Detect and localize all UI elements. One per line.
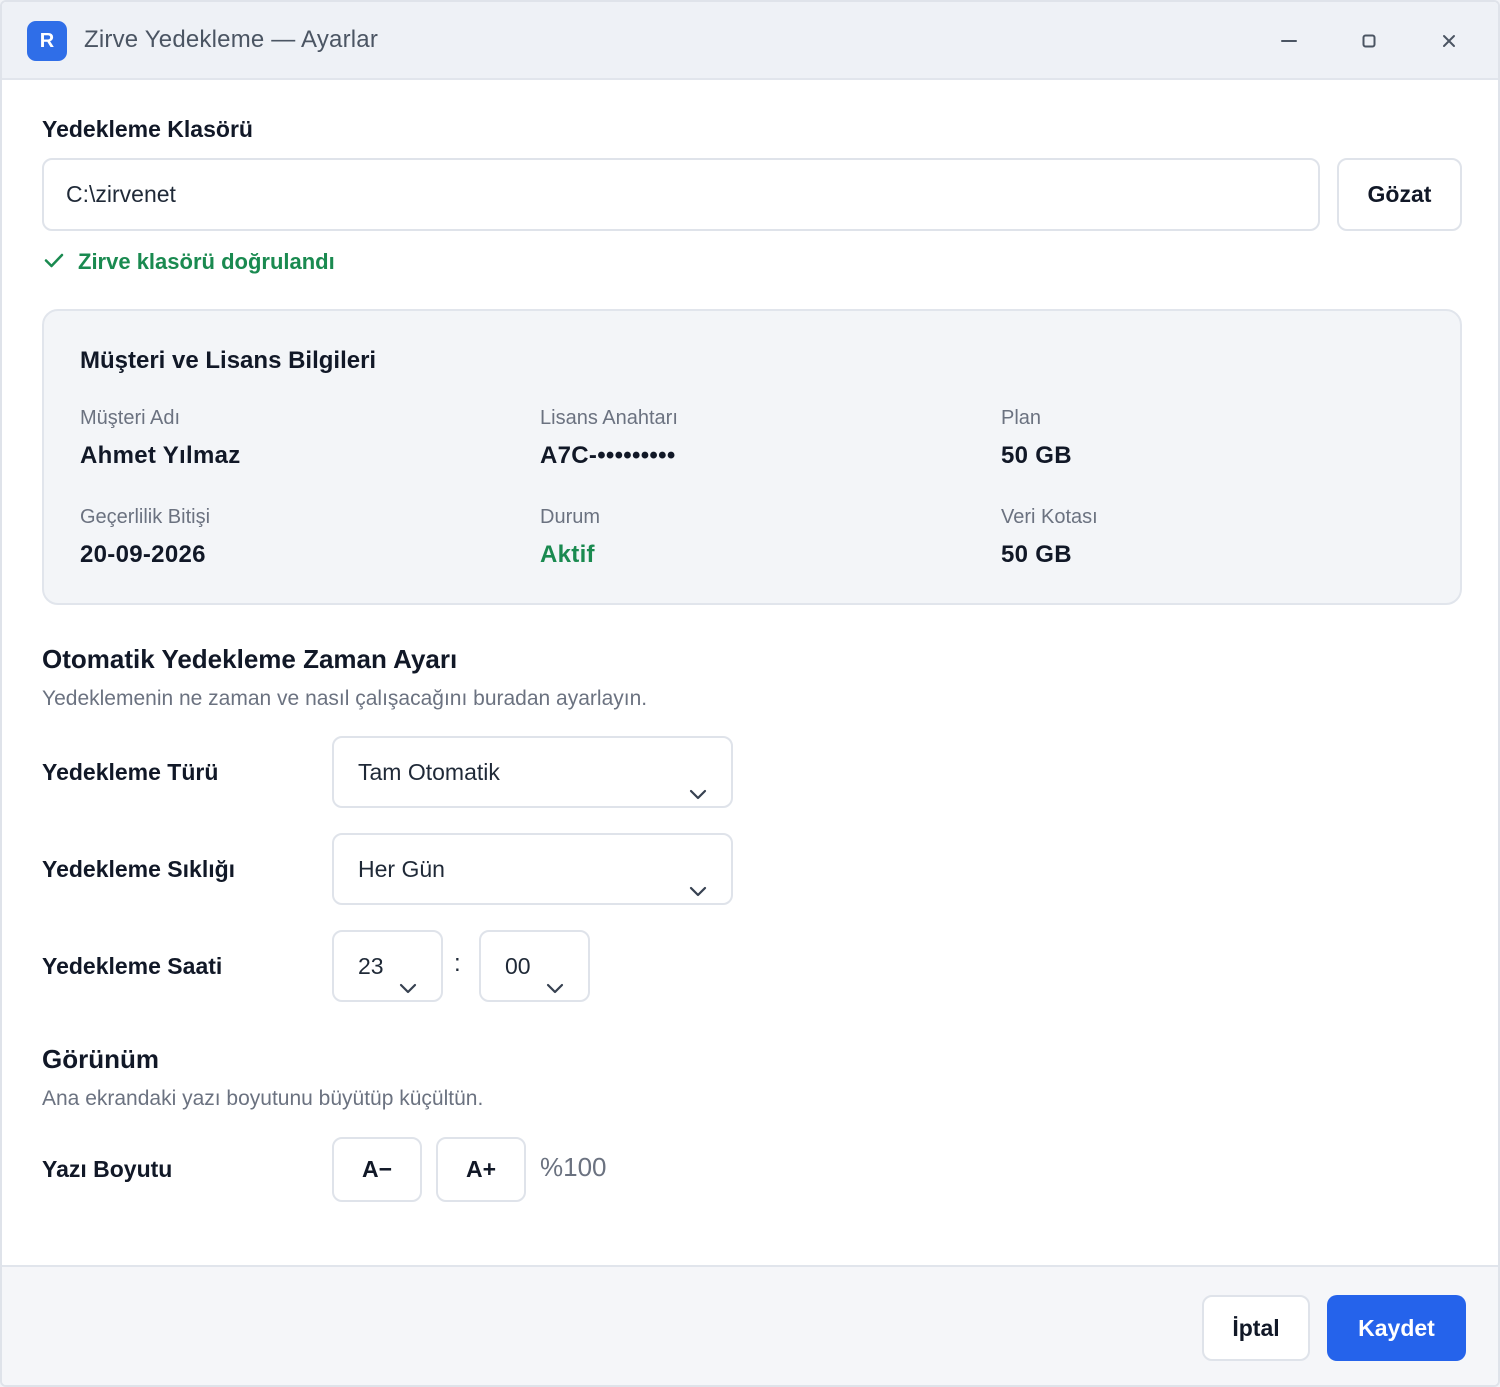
- backup-time-label: Yedekleme Saati: [42, 953, 223, 979]
- plan-label: Plan: [1001, 407, 1042, 429]
- backup-folder-input[interactable]: [42, 158, 1320, 231]
- backup-hour-select[interactable]: 23: [332, 930, 443, 1002]
- license-key-value: A7C-•••••••••: [540, 442, 676, 469]
- license-key-label: Lisans Anahtarı: [540, 407, 678, 429]
- chevron-down-icon: [688, 859, 708, 897]
- customer-name-value: Ahmet Yılmaz: [80, 442, 241, 469]
- backup-type-select[interactable]: Tam Otomatik: [332, 736, 733, 808]
- folder-verified-status: Zirve klasörü doğrulandı: [42, 246, 335, 278]
- backup-minute-value: 00: [505, 953, 531, 979]
- decrease-font-button[interactable]: A−: [332, 1137, 422, 1202]
- data-quota-value: 50 GB: [1001, 541, 1072, 568]
- minimize-icon[interactable]: [1274, 26, 1304, 56]
- window-title: Zirve Yedekleme — Ayarlar: [84, 26, 379, 53]
- backup-hour-value: 23: [358, 953, 384, 979]
- font-size-value: %100: [540, 1152, 607, 1182]
- license-card-title: Müşteri ve Lisans Bilgileri: [80, 347, 377, 374]
- status-label: Durum: [540, 506, 601, 528]
- customer-name-label: Müşteri Adı: [80, 407, 181, 429]
- data-quota-label: Veri Kotası: [1001, 506, 1098, 528]
- browse-button[interactable]: Gözat: [1337, 158, 1462, 231]
- backup-type-value: Tam Otomatik: [358, 759, 500, 785]
- time-separator: :: [454, 950, 461, 977]
- backup-minute-select[interactable]: 00: [479, 930, 590, 1002]
- save-button[interactable]: Kaydet: [1327, 1295, 1466, 1361]
- schedule-section-title: Otomatik Yedekleme Zaman Ayarı: [42, 644, 458, 674]
- status-value: Aktif: [540, 541, 595, 568]
- appearance-section-subtitle: Ana ekrandaki yazı boyutunu büyütüp küçü…: [42, 1087, 484, 1110]
- folder-verified-text: Zirve klasörü doğrulandı: [78, 249, 335, 274]
- appearance-section-title: Görünüm: [42, 1044, 159, 1074]
- backup-frequency-select[interactable]: Her Gün: [332, 833, 733, 905]
- dialog-footer: İptal Kaydet: [2, 1265, 1498, 1385]
- chevron-down-icon: [688, 762, 708, 800]
- title-bar[interactable]: R Zirve Yedekleme — Ayarlar: [2, 2, 1498, 80]
- expiry-date-value: 20-09-2026: [80, 541, 206, 568]
- expiry-date-label: Geçerlilik Bitişi: [80, 506, 211, 528]
- plan-value: 50 GB: [1001, 442, 1072, 469]
- cancel-button[interactable]: İptal: [1202, 1295, 1310, 1361]
- schedule-section-subtitle: Yedeklemenin ne zaman ve nasıl çalışacağ…: [42, 687, 648, 710]
- chevron-down-icon: [398, 956, 418, 994]
- settings-window: R Zirve Yedekleme — Ayarlar Yedekleme Kl…: [0, 0, 1500, 1387]
- close-icon[interactable]: [1434, 26, 1464, 56]
- maximize-icon[interactable]: [1354, 26, 1384, 56]
- backup-folder-label: Yedekleme Klasörü: [42, 116, 253, 142]
- backup-type-label: Yedekleme Türü: [42, 759, 219, 785]
- backup-frequency-label: Yedekleme Sıklığı: [42, 856, 236, 882]
- license-info-card: Müşteri ve Lisans Bilgileri Müşteri Adı …: [42, 309, 1462, 605]
- app-logo: R: [27, 21, 67, 61]
- backup-frequency-value: Her Gün: [358, 856, 445, 882]
- check-icon: [42, 248, 66, 277]
- increase-font-button[interactable]: A+: [436, 1137, 526, 1202]
- chevron-down-icon: [545, 956, 565, 994]
- font-size-label: Yazı Boyutu: [42, 1156, 173, 1182]
